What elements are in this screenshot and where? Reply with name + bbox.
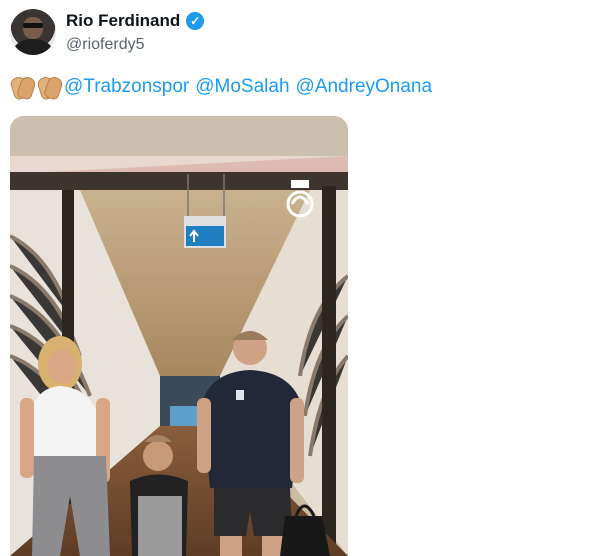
video-frame	[10, 116, 348, 556]
clapping-hands-icon	[35, 75, 65, 101]
emergency-exit-sign-icon	[186, 226, 224, 246]
mention-trabzonspor[interactable]: @Trabzonspor	[64, 76, 189, 98]
tweet-text: @Trabzonspor @MoSalah @AndreyOnana	[8, 75, 438, 101]
clapping-hands-icon	[8, 75, 38, 101]
author-name-row: Rio Ferdinand ✓	[66, 11, 205, 31]
verified-badge-icon: ✓	[186, 12, 205, 30]
mention-andreyonana[interactable]: @AndreyOnana	[296, 76, 433, 98]
avatar[interactable]	[10, 9, 56, 55]
author-handle[interactable]: @rioferdy5	[66, 36, 145, 54]
mention-mosalah[interactable]: @MoSalah	[195, 76, 289, 98]
author-name[interactable]: Rio Ferdinand	[66, 11, 180, 31]
tweet-media-video[interactable]	[10, 116, 348, 556]
